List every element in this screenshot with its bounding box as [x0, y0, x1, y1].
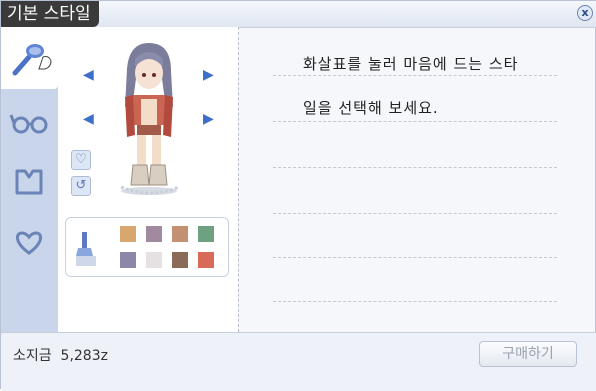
- color-swatch[interactable]: [198, 226, 214, 242]
- dye-palette: [65, 217, 229, 277]
- tab-clothes[interactable]: [1, 151, 58, 213]
- ruled-line: [273, 167, 557, 168]
- favorite-button[interactable]: ♡: [71, 150, 91, 170]
- buy-button[interactable]: 구매하기: [479, 341, 577, 367]
- hair-style-prev-arrow[interactable]: ◀: [83, 67, 94, 83]
- color-swatch[interactable]: [172, 226, 188, 242]
- ruled-line: [273, 75, 557, 76]
- ruled-line: [273, 121, 557, 122]
- category-sidebar: [1, 27, 58, 332]
- money-value: 5,283z: [60, 348, 108, 364]
- glasses-icon: [9, 114, 48, 134]
- instruction-line-2: 일을 선택해 보세요.: [303, 99, 439, 117]
- instruction-area: 화살표를 눌러 마음에 드는 스타 일을 선택해 보세요.: [273, 27, 557, 332]
- character-preview: [121, 43, 177, 195]
- heart-icon: ♡: [75, 152, 87, 167]
- tab-glasses[interactable]: [1, 91, 58, 153]
- rotate-arc-icon[interactable]: [115, 183, 185, 195]
- heart-icon: [15, 231, 43, 255]
- reset-icon: ↺: [75, 178, 87, 193]
- ruled-line: [273, 301, 557, 302]
- title-bar[interactable]: 기본 스타일 x: [1, 1, 596, 28]
- color-swatch[interactable]: [198, 252, 214, 268]
- ruled-line: [273, 213, 557, 214]
- style-window: 기본 스타일 x ◀ ▶ ◀ ▶ ♡ ↺ 화살표를 눌러 마음에 드는 스타 일…: [0, 0, 596, 391]
- tab-favorite[interactable]: [1, 213, 58, 275]
- money-display: 소지금 5,283z: [13, 345, 108, 365]
- color-swatch[interactable]: [146, 252, 162, 268]
- ruled-line: [273, 257, 557, 258]
- window-title: 기본 스타일: [1, 1, 99, 27]
- hair-color-next-arrow[interactable]: ▶: [203, 111, 214, 127]
- close-button[interactable]: x: [577, 5, 593, 21]
- instruction-line-1: 화살표를 눌러 마음에 드는 스타: [303, 55, 519, 73]
- reset-button[interactable]: ↺: [71, 176, 91, 196]
- color-swatch[interactable]: [120, 252, 136, 268]
- close-icon: x: [581, 6, 589, 19]
- dye-brush-icon: [76, 232, 96, 266]
- hair-color-prev-arrow[interactable]: ◀: [83, 111, 94, 127]
- color-swatch[interactable]: [172, 252, 188, 268]
- panel-divider: [238, 27, 239, 332]
- tab-hairstyle[interactable]: [1, 27, 58, 89]
- money-label: 소지금: [13, 348, 52, 364]
- footer-bar: 소지금 5,283z 구매하기: [1, 332, 596, 391]
- comb-icon: [12, 44, 52, 76]
- color-swatch[interactable]: [120, 226, 136, 242]
- hair-style-next-arrow[interactable]: ▶: [203, 67, 214, 83]
- color-swatch[interactable]: [146, 226, 162, 242]
- shirt-icon: [15, 169, 43, 195]
